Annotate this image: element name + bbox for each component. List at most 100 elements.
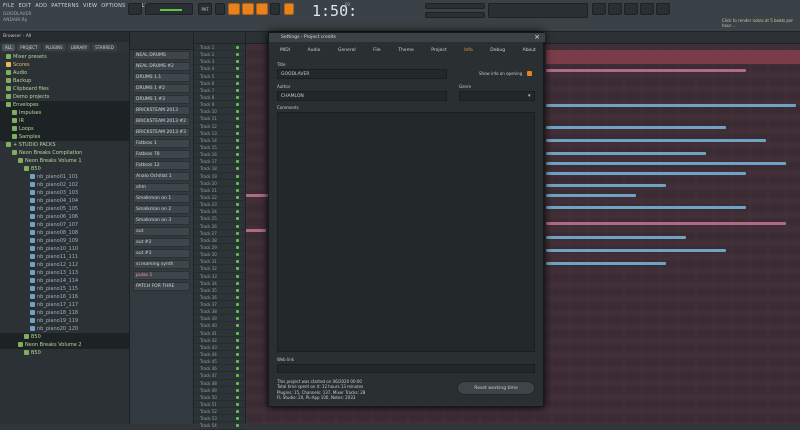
mixer-track[interactable]: Track 28 <box>194 237 245 244</box>
settings-tab-general[interactable]: General <box>333 46 361 55</box>
reset-working-time-button[interactable]: Reset working time <box>457 381 535 395</box>
track-led-icon[interactable] <box>236 374 239 378</box>
browser-folder-item[interactable]: Scores <box>0 61 129 69</box>
track-led-icon[interactable] <box>236 310 239 314</box>
mixer-track[interactable]: Track 16 <box>194 151 245 159</box>
track-led-icon[interactable] <box>236 424 239 428</box>
channel-button[interactable]: ohm <box>133 183 190 192</box>
track-led-icon[interactable] <box>236 331 239 335</box>
mixer-track[interactable]: Track 21 <box>194 187 245 194</box>
mixer-track[interactable]: Track 49 <box>194 387 245 394</box>
track-led-icon[interactable] <box>236 103 239 107</box>
track-led-icon[interactable] <box>236 74 239 78</box>
track-led-icon[interactable] <box>236 410 239 414</box>
browser-folder-item[interactable]: Audio <box>0 69 129 77</box>
playlist-clip[interactable] <box>546 262 666 265</box>
track-led-icon[interactable] <box>236 88 239 92</box>
track-led-icon[interactable] <box>236 253 239 257</box>
mixer-track[interactable]: Track 29 <box>194 244 245 252</box>
playlist-clip[interactable] <box>546 249 726 252</box>
master-volume-knob[interactable] <box>128 3 142 15</box>
settings-tab-audio[interactable]: Audio <box>303 46 326 55</box>
playlist-clip[interactable] <box>546 104 796 107</box>
track-led-icon[interactable] <box>236 367 239 371</box>
mixer-track[interactable]: Track 24 <box>194 208 245 216</box>
mixer-track[interactable]: Track 40 <box>194 322 245 330</box>
mixer-track[interactable]: Track 31 <box>194 258 245 266</box>
menu-item-options[interactable]: OPTIONS <box>101 3 125 9</box>
metronome-button[interactable] <box>270 3 280 15</box>
mixer-track[interactable]: Track 26 <box>194 223 245 230</box>
browser-file-item[interactable]: nb_piano08_108 <box>0 229 129 237</box>
channel-button[interactable]: BRICKSTEAM 2013 <box>133 106 190 115</box>
mixer-track[interactable]: Track 35 <box>194 287 245 294</box>
track-led-icon[interactable] <box>236 167 239 171</box>
stop-button[interactable] <box>256 3 268 15</box>
mixer-track[interactable]: Track 32 <box>194 265 245 273</box>
browser-file-item[interactable]: nb_piano02_102 <box>0 181 129 189</box>
track-led-icon[interactable] <box>236 260 239 264</box>
playlist-clip[interactable] <box>546 139 766 142</box>
browser-file-item[interactable]: nb_piano05_105 <box>0 205 129 213</box>
playlist-clip[interactable] <box>546 222 786 225</box>
track-led-icon[interactable] <box>236 195 239 199</box>
track-led-icon[interactable] <box>236 395 239 399</box>
author-field[interactable]: CHAMLON <box>277 91 447 101</box>
dialog-close-button[interactable]: × <box>534 33 540 42</box>
browser-file-item[interactable]: nb_piano12_112 <box>0 261 129 269</box>
track-led-icon[interactable] <box>236 338 239 342</box>
channel-button[interactable]: PATCH FOR THRE <box>133 282 190 291</box>
mixer-shortcut-icon[interactable] <box>592 3 606 15</box>
mixer-track[interactable]: Track 12 <box>194 123 245 130</box>
mixer-track[interactable]: Track 20 <box>194 180 245 187</box>
track-led-icon[interactable] <box>236 281 239 285</box>
mixer-track[interactable]: Track 50 <box>194 394 245 402</box>
mixer-track[interactable]: Track 5 <box>194 73 245 80</box>
mixer-track[interactable]: Track 34 <box>194 280 245 287</box>
browser-file-item[interactable]: nb_piano10_110 <box>0 245 129 253</box>
track-led-icon[interactable] <box>236 210 239 214</box>
browser-folder-item[interactable]: Clipboard files <box>0 85 129 93</box>
playlist-clip[interactable] <box>546 152 706 155</box>
browser-file-item[interactable]: nb_piano09_109 <box>0 237 129 245</box>
mixer-track[interactable]: Track 46 <box>194 365 245 373</box>
mixer-track[interactable]: Track 14 <box>194 137 245 144</box>
channel-button[interactable]: pulse 1 <box>133 271 190 280</box>
browser-folder-item[interactable]: Demo projects <box>0 93 129 101</box>
track-led-icon[interactable] <box>236 274 239 278</box>
loop-record-button[interactable] <box>284 3 294 15</box>
track-led-icon[interactable] <box>236 224 239 228</box>
browser-file-item[interactable]: nb_piano04_104 <box>0 197 129 205</box>
track-led-icon[interactable] <box>236 303 239 307</box>
browser-folder-item[interactable]: Neon Breaks Volume 2 <box>0 341 129 349</box>
mixer-track[interactable]: Track 39 <box>194 315 245 323</box>
mixer-track[interactable]: Track 25 <box>194 215 245 223</box>
menu-item-edit[interactable]: EDIT <box>19 3 32 9</box>
show-info-checkbox[interactable] <box>527 71 532 76</box>
play-button[interactable] <box>242 3 254 15</box>
mixer-track[interactable]: Track 53 <box>194 415 245 423</box>
settings-tab-file[interactable]: File <box>368 46 386 55</box>
browser-file-item[interactable]: nb_piano18_118 <box>0 309 129 317</box>
playlist-clip[interactable] <box>546 194 636 197</box>
track-led-icon[interactable] <box>236 245 239 249</box>
browser-file-item[interactable]: nb_piano20_120 <box>0 325 129 333</box>
track-led-icon[interactable] <box>236 53 239 57</box>
browser-file-item[interactable]: nb_piano17_117 <box>0 301 129 309</box>
browser-tab-plugins[interactable]: PLUGINS <box>42 44 66 51</box>
track-led-icon[interactable] <box>236 188 239 192</box>
mixer-track[interactable]: Track 9 <box>194 101 245 109</box>
track-led-icon[interactable] <box>236 131 239 135</box>
track-led-icon[interactable] <box>236 324 239 328</box>
track-led-icon[interactable] <box>236 381 239 385</box>
mixer-track[interactable]: Track 42 <box>194 337 245 344</box>
track-led-icon[interactable] <box>236 117 239 121</box>
track-led-icon[interactable] <box>236 145 239 149</box>
mixer-track[interactable]: Track 48 <box>194 380 245 387</box>
channel-button[interactable]: BRICKSTEAM 2013 #3 <box>133 128 190 137</box>
channel-button[interactable]: Fatbros 1 <box>133 139 190 148</box>
mixer-track[interactable]: Track 7 <box>194 87 245 94</box>
browser-file-item[interactable]: nb_piano03_103 <box>0 189 129 197</box>
playlist-clip[interactable] <box>546 184 666 187</box>
plugin-picker-shortcut-icon[interactable] <box>656 3 670 15</box>
